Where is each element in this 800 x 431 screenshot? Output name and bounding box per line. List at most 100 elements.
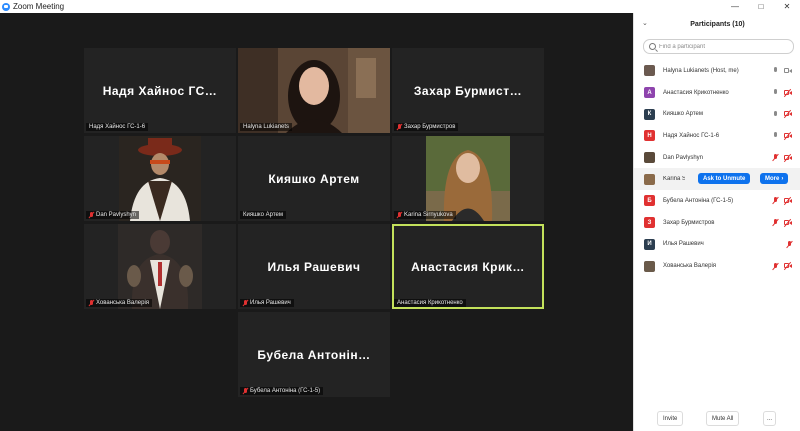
tile-label-text: Halyna Lukianets — [243, 124, 290, 130]
avatar: З — [644, 217, 655, 229]
tile-name-label: Karina Sirnyukova — [394, 211, 456, 219]
camera-off-icon — [783, 153, 792, 162]
invite-button[interactable]: Invite — [657, 411, 684, 426]
participant-status-icons — [773, 218, 792, 227]
participant-name: Надя Хайнос ГС-1-6 — [663, 132, 720, 139]
video-tile[interactable]: Halyna Lukianets — [238, 48, 390, 133]
participant-name: Хованська Валерія — [663, 263, 717, 270]
tile-display-name: Кияшко Артем — [268, 171, 360, 186]
participant-status-icons — [773, 261, 792, 271]
video-gallery: Надя Хайнос ГС… Надя Хайнос ГС-1-6 Halyn… — [0, 13, 633, 431]
avatar — [644, 173, 655, 185]
participant-avatar-image — [84, 136, 236, 221]
participant-name: Кияшко Артем — [663, 111, 703, 118]
mic-icon[interactable] — [773, 89, 778, 96]
participant-row[interactable]: И Илья Рашевич — [634, 234, 800, 256]
tile-label-text: Karina Sirnyukova — [404, 212, 453, 218]
mic-muted-icon[interactable] — [787, 240, 792, 248]
participant-row[interactable]: Хованська Валерія — [634, 255, 800, 277]
mic-muted-icon — [243, 388, 248, 394]
panel-header: ⌄ Participants (10) — [634, 13, 800, 35]
video-tile[interactable]: Хованська Валерія — [84, 224, 236, 309]
avatar — [644, 260, 655, 272]
participant-row-hovered[interactable]: Karina Sirnyukova Ask to Unmute More› — [634, 168, 800, 191]
avatar: И — [644, 238, 655, 250]
mic-muted-icon[interactable] — [773, 262, 778, 270]
tile-label-text: Надя Хайнос ГС-1-6 — [89, 124, 146, 130]
mic-muted-icon — [89, 212, 94, 218]
tile-name-label: Надя Хайнос ГС-1-6 — [86, 123, 149, 131]
mute-all-button[interactable]: Mute All — [706, 411, 740, 426]
search-icon — [649, 43, 656, 50]
participant-status-icons — [773, 153, 792, 162]
zoom-logo-icon — [2, 2, 10, 11]
video-tile[interactable]: Захар Бурмист… Захар Бурмистров — [392, 48, 544, 133]
video-tile[interactable]: Dan Pavlyshyn — [84, 136, 236, 221]
participant-row[interactable]: З Захар Бурмистров — [634, 212, 800, 234]
panel-title: Participants (10) — [690, 20, 745, 28]
participant-name: Захар Бурмистров — [663, 219, 715, 226]
video-tile[interactable]: Karina Sirnyukova — [392, 136, 544, 221]
participant-row[interactable]: А Анастасия Крикотненко — [634, 82, 800, 104]
tile-display-name: Надя Хайнос ГС… — [102, 83, 218, 98]
participant-search[interactable] — [643, 39, 794, 54]
mic-icon[interactable] — [773, 67, 778, 74]
tile-name-label: Захар Бурмистров — [394, 123, 459, 131]
tile-name-label: Кияшко Артем — [240, 211, 286, 219]
minimize-button[interactable]: — — [722, 0, 748, 13]
avatar: Б — [644, 195, 655, 207]
video-tile[interactable]: Надя Хайнос ГС… Надя Хайнос ГС-1-6 — [84, 48, 236, 133]
participant-video — [238, 48, 390, 133]
avatar — [644, 65, 655, 77]
mic-muted-icon[interactable] — [773, 219, 778, 226]
participant-row[interactable]: Halyna Lukianets (Host, me) — [634, 60, 800, 82]
avatar: Н — [644, 130, 655, 142]
camera-icon[interactable] — [784, 67, 792, 74]
participant-row[interactable]: К Кияшко Артем — [634, 103, 800, 125]
participant-list: Halyna Lukianets (Host, me) А Анастасия … — [634, 60, 800, 277]
tile-label-text: Илья Рашевич — [250, 300, 291, 306]
tile-name-label: Хованська Валерія — [86, 299, 153, 307]
search-input[interactable] — [659, 43, 779, 50]
tile-name-label: Анастасия Крикотненко — [394, 299, 466, 307]
tile-label-text: Захар Бурмистров — [404, 124, 456, 130]
mic-muted-icon[interactable] — [773, 154, 778, 161]
participant-row[interactable]: Н Надя Хайнос ГС-1-6 — [634, 125, 800, 147]
tile-label-text: Хованська Валерія — [96, 300, 150, 306]
camera-off-icon — [783, 218, 792, 227]
participant-name: Dan Pavlyshyn — [663, 154, 704, 161]
video-tile[interactable]: Илья Рашевич Илья Рашевич — [238, 224, 390, 309]
close-button[interactable]: ✕ — [774, 0, 800, 13]
window-controls: — □ ✕ — [722, 0, 800, 13]
camera-off-icon — [783, 88, 792, 97]
tile-display-name: Захар Бурмист… — [413, 83, 523, 98]
video-tile[interactable]: Кияшко Артем Кияшко Артем — [238, 136, 390, 221]
maximize-button[interactable]: □ — [748, 0, 774, 13]
video-tile[interactable]: Бубела Антонін… Бубела Антоніна (ГС-1-5) — [238, 312, 390, 397]
more-button[interactable]: More › — [760, 173, 789, 185]
chevron-down-icon[interactable]: ⌄ — [642, 19, 648, 27]
camera-off-icon — [783, 110, 792, 119]
tile-label-text: Кияшко Артем — [243, 212, 283, 218]
title-bar: Zoom Meeting — □ ✕ — [0, 0, 800, 13]
video-tile-active-speaker[interactable]: Анастасия Крик… Анастасия Крикотненко — [392, 224, 544, 309]
tile-label-text: Анастасия Крикотненко — [397, 300, 463, 306]
participant-row[interactable]: Dan Pavlyshyn — [634, 147, 800, 169]
participant-status-icons — [773, 131, 792, 141]
participant-name: Илья Рашевич — [663, 241, 704, 248]
mic-icon[interactable] — [773, 110, 778, 118]
participant-avatar-image — [84, 224, 236, 309]
participant-name: Анастасия Крикотненко — [663, 89, 729, 96]
participant-row[interactable]: Б Бубела Антоніна (ГС-1-5) — [634, 190, 800, 212]
mic-muted-icon[interactable] — [773, 197, 778, 204]
panel-footer: Invite Mute All ... — [634, 411, 800, 426]
more-button-label: More — [765, 175, 780, 182]
tile-label-text: Dan Pavlyshyn — [96, 212, 137, 218]
ask-to-unmute-button[interactable]: Ask to Unmute — [698, 173, 751, 185]
camera-off-icon — [783, 196, 792, 206]
participant-status-icons — [773, 67, 792, 74]
more-options-button[interactable]: ... — [763, 411, 777, 426]
participant-name: Karina Sirnyukova — [663, 176, 685, 183]
mic-icon[interactable] — [773, 132, 778, 139]
participant-avatar-image — [392, 136, 544, 221]
